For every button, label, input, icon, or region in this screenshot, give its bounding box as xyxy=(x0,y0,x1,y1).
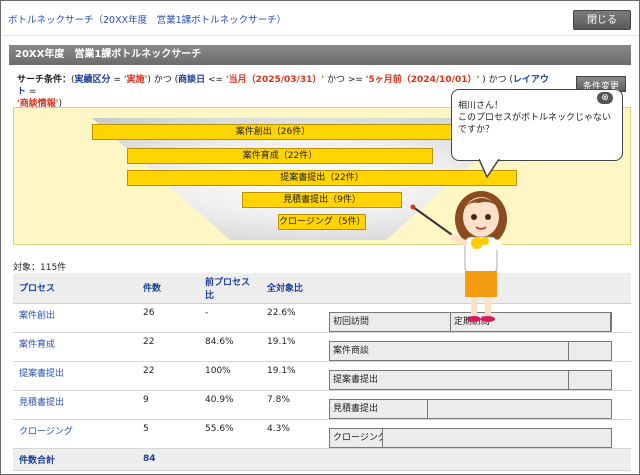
condition-field-meeting-date: 商談日 xyxy=(178,75,206,85)
table-row: 見積書提出 9 40.9% 7.8% 見積書提出 xyxy=(13,390,631,420)
breakdown-cell: 案件商談 xyxy=(323,332,631,362)
table-row: 案件育成 22 84.6% 19.1% 案件商談 xyxy=(13,332,631,362)
funnel-bar-closing[interactable]: クロージング（5件） xyxy=(278,214,366,230)
table-row: クロージング 5 55.6% 4.3% クロージング xyxy=(13,419,631,449)
total-ratio-cell: 19.1% xyxy=(261,332,323,362)
total-empty xyxy=(199,448,261,471)
prev-ratio-cell: 100% xyxy=(199,361,261,391)
bubble-tail xyxy=(479,159,500,179)
condition-and: かつ >= xyxy=(324,75,366,85)
process-table: プロセス 件数 前プロセス比 全対象比 案件創出 26 - 22.6% 初回訪問… xyxy=(13,273,631,471)
funnel-bar-project-creation[interactable]: 案件創出（26件） xyxy=(92,124,454,140)
funnel-bar-project-development[interactable]: 案件育成（22件） xyxy=(127,148,433,164)
total-ratio-cell: 19.1% xyxy=(261,361,323,391)
breakdown-bar: クロージング xyxy=(329,427,612,448)
condition-and: かつ xyxy=(485,75,510,85)
header-total-ratio: 全対象比 xyxy=(261,273,323,304)
condition-op: = xyxy=(110,75,124,85)
table-total-row: 件数合計 84 xyxy=(13,448,631,471)
header-prev-ratio: 前プロセス比 xyxy=(199,273,261,304)
condition-value-implemented: '実施' xyxy=(123,75,148,85)
breakdown-segment: 案件商談 xyxy=(330,341,569,360)
table-row: 案件創出 26 - 22.6% 初回訪問定期訪問 xyxy=(13,303,631,333)
assistant-character-icon xyxy=(410,191,513,322)
total-label: 件数合計 xyxy=(13,448,137,471)
funnel-bar-quotation-submission[interactable]: 見積書提出（9件） xyxy=(242,192,402,208)
process-link[interactable]: 提案書提出 xyxy=(13,361,137,391)
count-cell: 9 xyxy=(137,390,199,420)
breakdown-cell: 見積書提出 xyxy=(323,390,631,420)
condition-value-five-months-ago: '5ヶ月前（2024/10/01）' xyxy=(365,75,480,85)
prev-ratio-cell: - xyxy=(199,303,261,333)
count-cell: 5 xyxy=(137,419,199,449)
breakdown-bar: 提案書提出 xyxy=(329,369,612,390)
total-ratio-cell: 4.3% xyxy=(261,419,323,449)
condition-field-result-type: 実績区分 xyxy=(74,75,111,85)
assistant-message-line2: このプロセスがボトルネックじゃないですか？ xyxy=(458,113,612,135)
condition-op: <= xyxy=(205,75,226,85)
header-count: 件数 xyxy=(137,273,199,304)
conditions-label: サーチ条件： xyxy=(17,75,72,85)
breakdown-bar: 案件商談 xyxy=(329,340,612,361)
bubble-close-icon[interactable]: ⊗ xyxy=(597,92,613,104)
count-cell: 22 xyxy=(137,361,199,391)
process-link[interactable]: 案件創出 xyxy=(13,303,137,333)
breakdown-segment: 提案書提出 xyxy=(330,370,569,389)
total-ratio-cell: 7.8% xyxy=(261,390,323,420)
total-empty xyxy=(323,448,631,471)
condition-op: = xyxy=(26,87,37,97)
window-frame: ボトルネックサーチ（20XX年度 営業1課ボトルネックサーチ） 閉じる 20XX… xyxy=(0,0,640,475)
close-button[interactable]: 閉じる xyxy=(573,10,631,30)
prev-ratio-cell: 40.9% xyxy=(199,390,261,420)
table-header-row: プロセス 件数 前プロセス比 全対象比 xyxy=(13,273,631,304)
condition-and: かつ xyxy=(150,75,175,85)
prev-ratio-cell: 84.6% xyxy=(199,332,261,362)
assistant-message-line1: 相川さん！ xyxy=(458,101,504,111)
process-link[interactable]: 見積書提出 xyxy=(13,390,137,420)
breakdown-segment: クロージング xyxy=(330,428,384,447)
process-link[interactable]: 案件育成 xyxy=(13,332,137,362)
condition-value-current-month: '当月（2025/03/31）' xyxy=(225,75,325,85)
total-ratio-cell: 22.6% xyxy=(261,303,323,333)
table-row: 提案書提出 22 100% 19.1% 提案書提出 xyxy=(13,361,631,391)
window-title: ボトルネックサーチ（20XX年度 営業1課ボトルネックサーチ） xyxy=(8,15,287,26)
prev-ratio-cell: 55.6% xyxy=(199,419,261,449)
total-empty xyxy=(261,448,323,471)
process-link[interactable]: クロージング xyxy=(13,419,137,449)
window-topbar: ボトルネックサーチ（20XX年度 営業1課ボトルネックサーチ） 閉じる xyxy=(2,2,639,36)
total-value: 84 xyxy=(137,448,199,471)
count-cell: 22 xyxy=(137,332,199,362)
breakdown-segment: 見積書提出 xyxy=(330,399,429,418)
target-count: 対象：115件 xyxy=(13,263,67,273)
breakdown-cell: 提案書提出 xyxy=(323,361,631,391)
section-title: 20XX年度 営業1課ボトルネックサーチ xyxy=(9,45,631,65)
header-process: プロセス xyxy=(13,273,137,304)
count-cell: 26 xyxy=(137,303,199,333)
breakdown-bar: 見積書提出 xyxy=(329,398,612,419)
breakdown-cell: クロージング xyxy=(323,419,631,449)
